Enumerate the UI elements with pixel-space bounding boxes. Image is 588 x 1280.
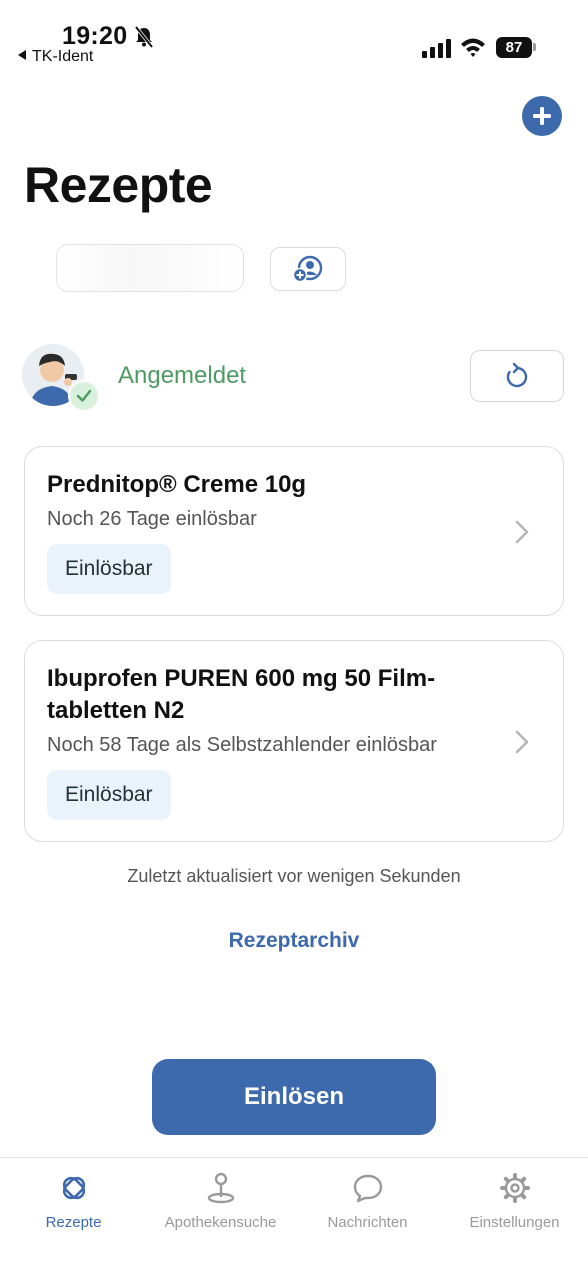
bell-muted-icon (134, 26, 154, 48)
status-badge: Einlösbar (47, 544, 171, 594)
redeem-button[interactable]: Einlösen (152, 1059, 436, 1135)
login-status: Angemeldet (118, 362, 247, 389)
tab-label: Apothekensuche (164, 1214, 277, 1231)
chevron-right-icon (515, 730, 529, 754)
refresh-icon (506, 363, 528, 388)
tab-nachrichten[interactable]: Nachrichten (294, 1172, 441, 1231)
tab-label: Einstellungen (469, 1214, 560, 1231)
add-profile-button[interactable] (270, 247, 346, 291)
prescriptions-screen: 19:20 TK-Ident 87 Rezepte Angemeldet Pre… (0, 0, 588, 1280)
prescription-title: Ibuprofen PUREN 600 mg 50 Film- tablette… (47, 663, 435, 727)
wifi-icon (461, 38, 485, 57)
status-badge: Einlösbar (47, 770, 171, 820)
prescription-icon (62, 1176, 85, 1200)
check-icon (68, 380, 100, 412)
tab-label: Rezepte (45, 1214, 102, 1231)
chat-bubble-icon (353, 1174, 382, 1203)
tab-label: Nachrichten (327, 1214, 408, 1231)
back-triangle-icon (18, 50, 26, 60)
prescription-title-line2: tabletten N2 (47, 697, 185, 724)
battery-indicator: 87 (496, 37, 532, 58)
back-app-label: TK-Ident (32, 48, 94, 65)
location-pin-icon (207, 1172, 234, 1204)
prescription-validity: Noch 58 Tage als Selbstzahlender einlösb… (47, 734, 437, 756)
status-time: 19:20 (62, 22, 128, 50)
refresh-button[interactable] (470, 350, 564, 402)
tab-einstellungen[interactable]: Einstellungen (441, 1172, 588, 1231)
chevron-right-icon (515, 520, 529, 544)
profile-selector[interactable] (56, 244, 244, 292)
page-title: Rezepte (24, 157, 213, 213)
back-to-app-link[interactable]: TK-Ident (18, 48, 93, 66)
prescription-title: Prednitop® Creme 10g (47, 471, 307, 498)
battery-tip (533, 43, 536, 51)
gear-icon (499, 1173, 530, 1203)
tab-rezepte[interactable]: Rezepte (0, 1172, 147, 1231)
add-person-icon (292, 255, 323, 283)
last-updated-text: Zuletzt aktualisiert vor wenigen Sekunde… (127, 866, 461, 886)
tab-bar: Rezepte Apothekensuche Nachrichten Einst… (0, 1157, 588, 1280)
prescription-archive-link[interactable]: Rezeptarchiv (0, 929, 588, 953)
cellular-signal-icon (422, 39, 451, 58)
prescription-validity: Noch 26 Tage einlösbar (47, 508, 257, 530)
tab-apothekensuche[interactable]: Apothekensuche (147, 1172, 294, 1231)
plus-icon (533, 107, 551, 125)
prescription-card[interactable]: Prednitop® Creme 10g Noch 26 Tage einlös… (24, 446, 564, 616)
prescription-card[interactable]: Ibuprofen PUREN 600 mg 50 Film- tablette… (24, 640, 564, 842)
add-prescription-button[interactable] (522, 96, 562, 136)
prescription-title-line1: Ibuprofen PUREN 600 mg 50 Film- (47, 665, 436, 692)
